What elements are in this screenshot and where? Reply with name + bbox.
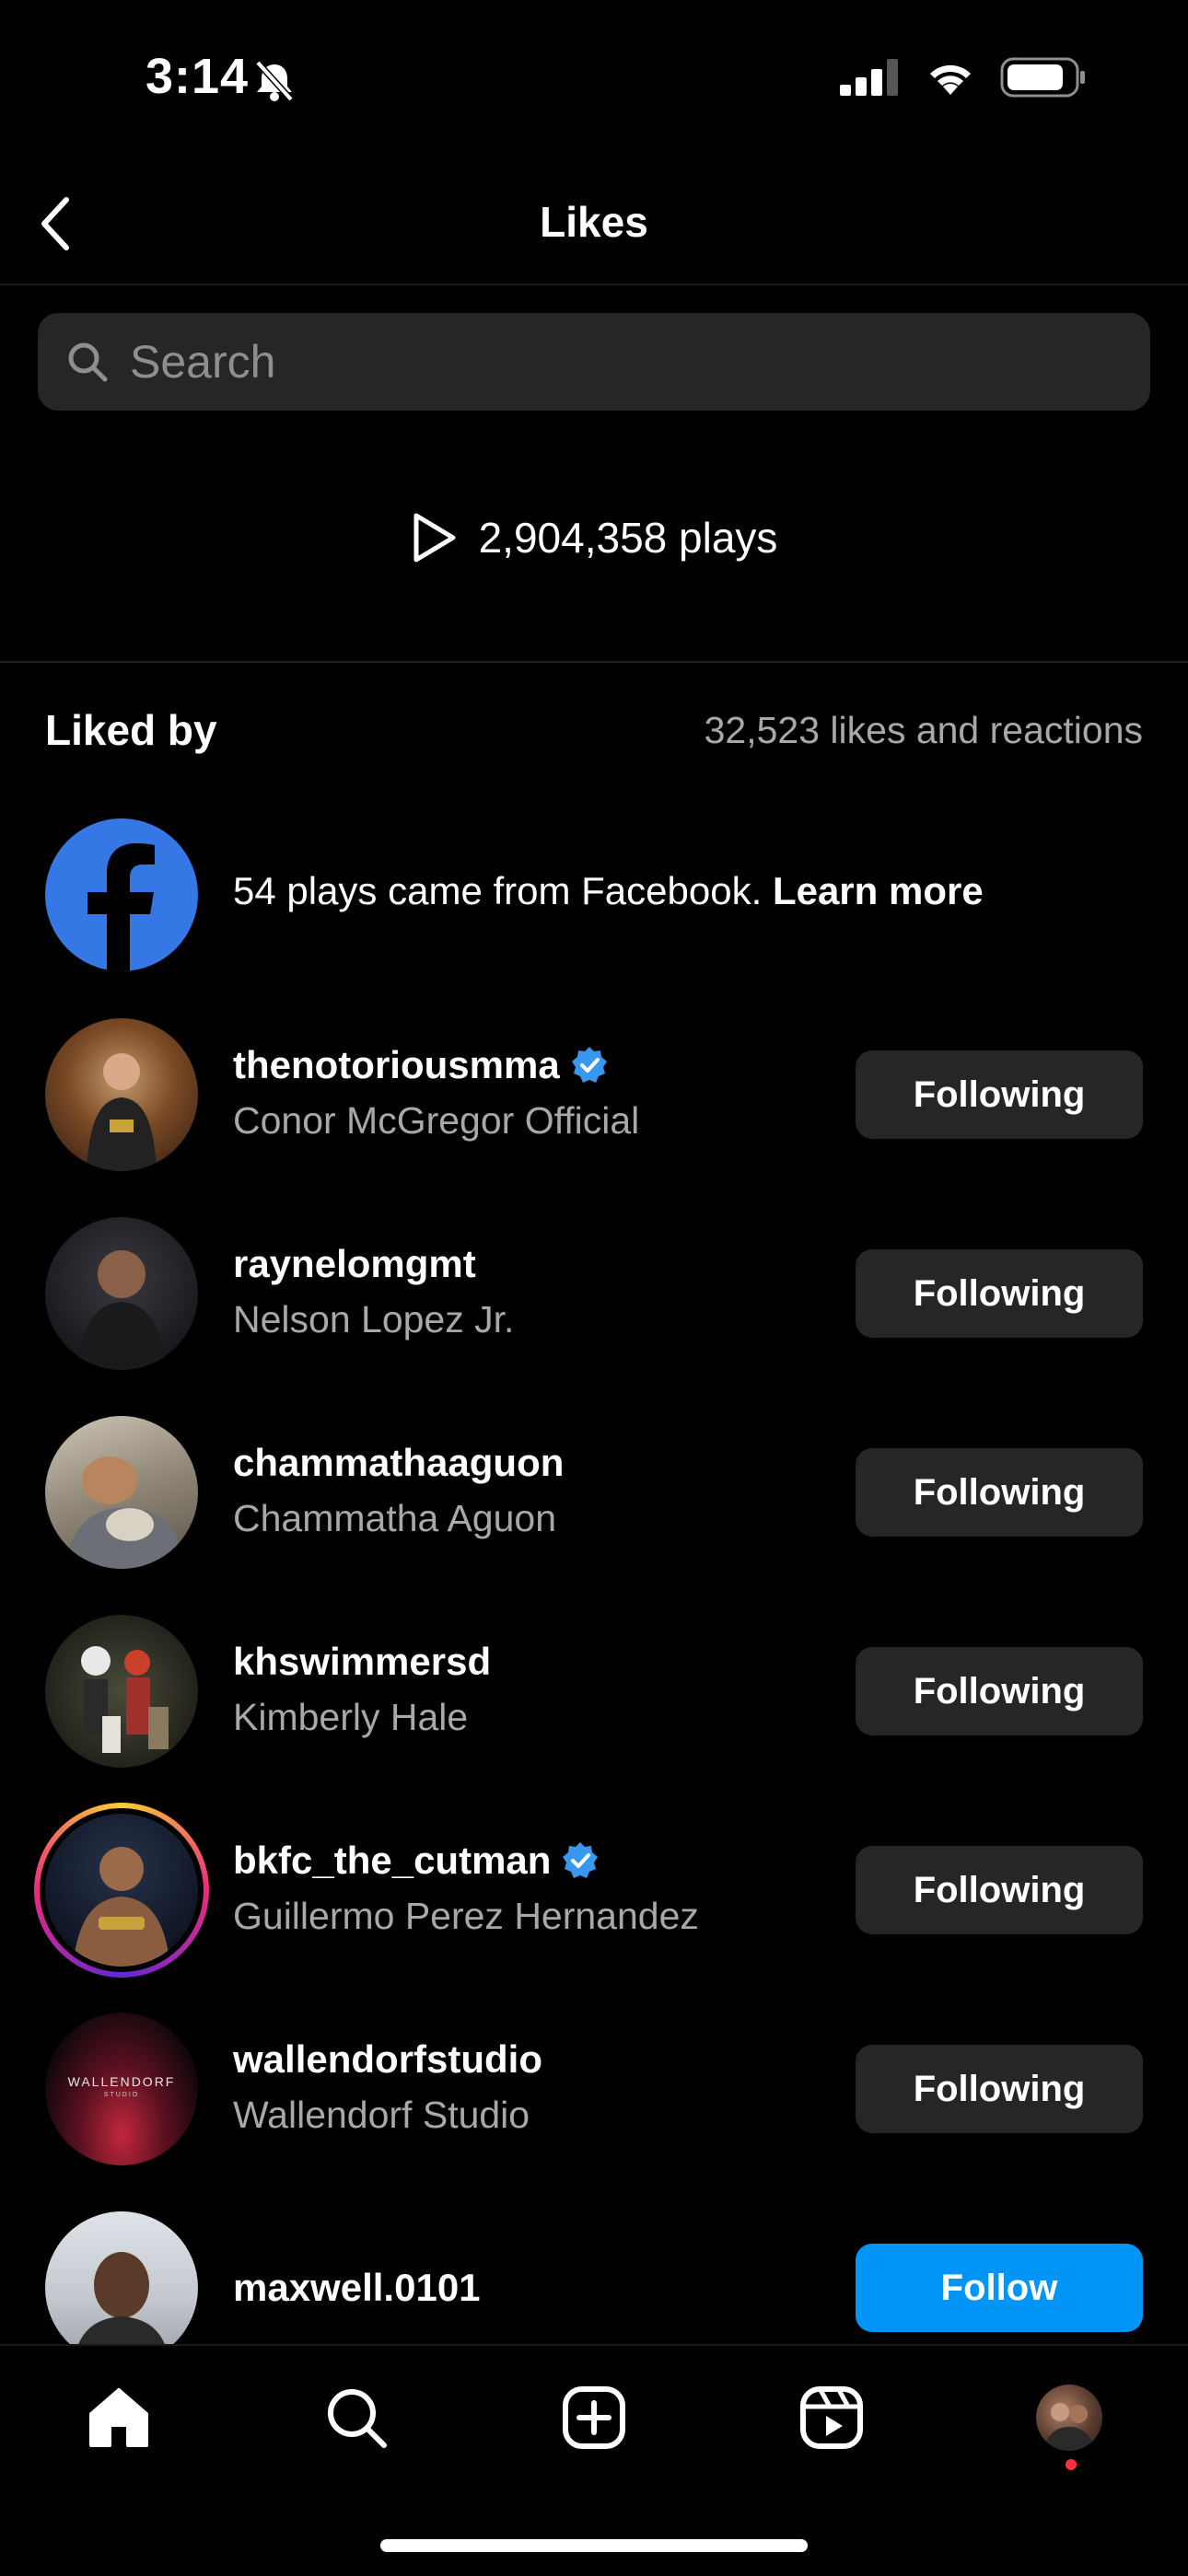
facebook-f-glyph: [87, 843, 155, 971]
home-indicator[interactable]: [380, 2539, 808, 2552]
full-name: Guillermo Perez Hernandez: [233, 1895, 699, 1937]
full-name: Kimberly Hale: [233, 1696, 469, 1738]
plays-count: 2,904,358 plays: [478, 514, 778, 562]
status-icons: [840, 57, 1087, 98]
follow-button[interactable]: Follow: [856, 2244, 1143, 2332]
avatar[interactable]: [45, 1217, 198, 1370]
battery-icon: [1000, 57, 1085, 98]
facebook-plays-notice: 54 plays came from Facebook. Learn more: [233, 869, 984, 913]
play-icon: [413, 513, 456, 563]
username-text: chammathaaguon: [233, 1441, 565, 1484]
verified-badge-icon: [563, 1842, 599, 1878]
section-divider: [0, 661, 1188, 663]
username[interactable]: wallendorfstudio: [233, 2037, 542, 2082]
search-icon: [328, 2389, 387, 2448]
username-text: maxwell.0101: [233, 2266, 481, 2309]
verified-badge-icon: [571, 1047, 607, 1083]
list-item[interactable]: bkfc_the_cutman Guillermo Perez Hernande…: [0, 1791, 1188, 1990]
username-text: wallendorfstudio: [233, 2037, 542, 2081]
profile-avatar[interactable]: [1036, 2385, 1102, 2451]
avatar-logo-subtext: STUDIO: [103, 2092, 140, 2098]
username[interactable]: maxwell.0101: [233, 2266, 481, 2310]
avatar-figure: [81, 1646, 169, 1753]
username-text: khswimmersd: [233, 1640, 492, 1683]
nav-home[interactable]: [82, 2381, 156, 2454]
following-button[interactable]: Following: [856, 1050, 1143, 1139]
username[interactable]: thenotoriousmma: [233, 1043, 610, 1087]
likes-count: 32,523 likes and reactions: [704, 709, 1143, 751]
username[interactable]: bkfc_the_cutman: [233, 1839, 600, 1883]
username-text: raynelomgmt: [233, 1242, 476, 1285]
reels-icon: [800, 2386, 863, 2449]
avatar[interactable]: [45, 1615, 198, 1768]
silent-bell-icon: [255, 60, 294, 102]
plays-summary: 2,904,358 plays: [0, 512, 1188, 563]
username-text: bkfc_the_cutman: [233, 1839, 552, 1882]
search-bar[interactable]: [38, 313, 1150, 411]
header-divider: [0, 284, 1188, 285]
avatar[interactable]: [45, 2211, 198, 2364]
nav-create[interactable]: [557, 2381, 631, 2454]
nav-search[interactable]: [320, 2381, 393, 2454]
following-button[interactable]: Following: [856, 1249, 1143, 1338]
wifi-icon: [930, 64, 971, 95]
create-icon: [563, 2386, 625, 2449]
list-item[interactable]: chammathaaguon Chammatha Aguon Following: [0, 1393, 1188, 1592]
avatar-figure: [64, 1456, 183, 1569]
facebook-plays-text: 54 plays came from Facebook.: [233, 869, 763, 912]
nav-reels[interactable]: [795, 2381, 868, 2454]
facebook-logo-icon: [45, 818, 198, 971]
nav-profile[interactable]: [1032, 2381, 1106, 2454]
full-name: Nelson Lopez Jr.: [233, 1298, 515, 1340]
list-item[interactable]: thenotoriousmma Conor McGregor Official …: [0, 995, 1188, 1194]
home-icon: [89, 2388, 148, 2447]
username[interactable]: khswimmersd: [233, 1640, 491, 1684]
avatar-figure: [73, 2252, 170, 2364]
following-button[interactable]: Following: [856, 1846, 1143, 1934]
liked-by-heading: Liked by: [45, 706, 217, 754]
avatar[interactable]: [45, 1416, 198, 1569]
list-item[interactable]: WALLENDORF STUDIO wallendorfstudio Walle…: [0, 1990, 1188, 2188]
avatar[interactable]: [45, 1018, 198, 1171]
list-item[interactable]: raynelomgmt Nelson Lopez Jr. Following: [0, 1194, 1188, 1393]
search-icon: [68, 342, 108, 382]
following-button[interactable]: Following: [856, 1448, 1143, 1537]
notification-dot: [1066, 2459, 1077, 2470]
avatar-figure: [87, 1053, 157, 1171]
avatar[interactable]: [45, 1814, 198, 1967]
full-name: Chammatha Aguon: [233, 1497, 557, 1539]
learn-more-link[interactable]: Learn more: [773, 869, 984, 912]
avatar-figure: [73, 1847, 170, 1967]
following-button[interactable]: Following: [856, 1647, 1143, 1735]
username-text: thenotoriousmma: [233, 1043, 560, 1086]
avatar[interactable]: WALLENDORF STUDIO: [45, 2013, 198, 2165]
status-time: 3:14: [146, 49, 250, 104]
page-title: Likes: [540, 198, 648, 246]
username[interactable]: raynelomgmt: [233, 1242, 476, 1286]
search-input[interactable]: [128, 334, 1053, 389]
avatar-logo-text: WALLENDORF: [67, 2074, 176, 2089]
cellular-signal-icon: [840, 59, 898, 96]
full-name: Conor McGregor Official: [233, 1099, 640, 1142]
following-button[interactable]: Following: [856, 2045, 1143, 2133]
profile-avatar-figure: [1043, 2403, 1095, 2451]
username[interactable]: chammathaaguon: [233, 1441, 564, 1485]
avatar-figure: [77, 1250, 166, 1370]
list-item[interactable]: khswimmersd Kimberly Hale Following: [0, 1592, 1188, 1791]
full-name: Wallendorf Studio: [233, 2094, 530, 2136]
